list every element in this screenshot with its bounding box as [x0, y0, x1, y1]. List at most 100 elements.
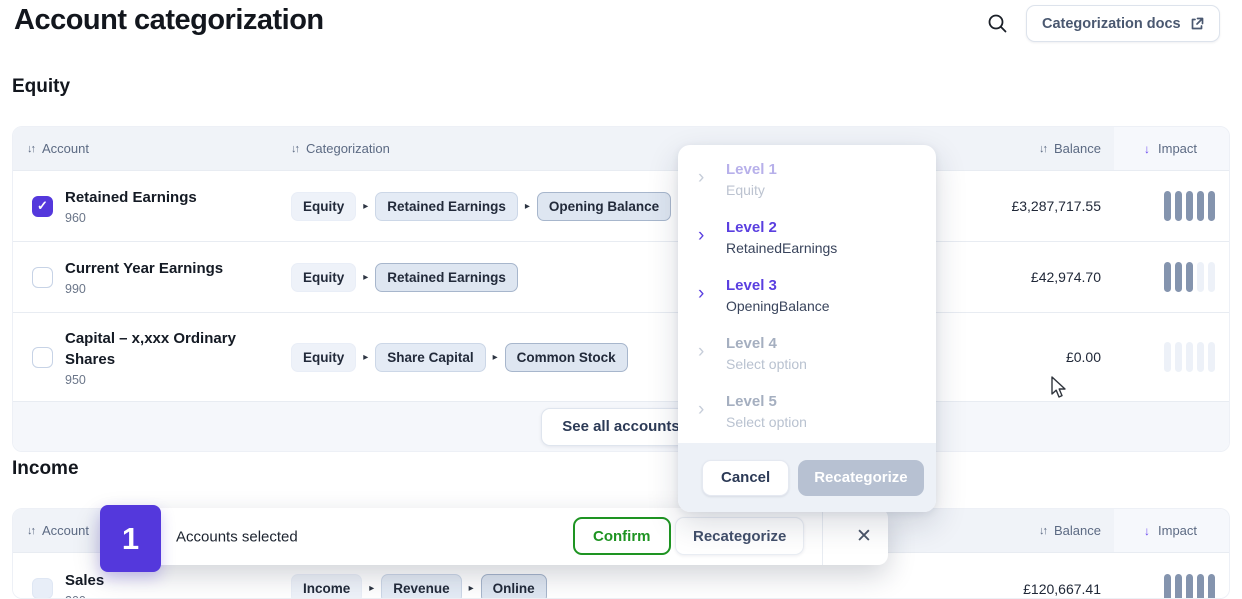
account-name: Current Year Earnings — [65, 258, 270, 279]
equity-table-footer: See all accounts — [13, 401, 1229, 451]
categorization-chip[interactable]: Income — [291, 574, 362, 599]
equity-table: ↓↑ Account ↓↑ Categorization ↓↑ Balance … — [12, 126, 1230, 452]
categorization-chip[interactable]: Common Stock — [505, 343, 628, 372]
level-value: Equity — [726, 182, 777, 198]
sort-icon[interactable]: ↓↑ — [291, 143, 298, 155]
recategorize-button-disabled: Recategorize — [798, 460, 923, 496]
level-4-item: › Level 4 Select option — [698, 335, 936, 379]
column-label-impact: Impact — [1158, 141, 1197, 156]
level-label: Level 4 — [726, 335, 807, 352]
mouse-cursor-icon — [1048, 376, 1070, 400]
column-header-impact[interactable]: ↓ Impact — [1114, 509, 1229, 552]
categorization-chip[interactable]: Online — [481, 574, 547, 599]
chevron-right-icon: › — [698, 168, 716, 205]
search-button[interactable] — [984, 10, 1010, 36]
level-label: Level 3 — [726, 277, 830, 294]
confirm-button[interactable]: Confirm — [573, 517, 671, 555]
column-header-account[interactable]: ↓↑ Account — [13, 127, 291, 170]
sort-icon[interactable]: ↓↑ — [1039, 525, 1046, 537]
level-value: RetainedEarnings — [726, 240, 837, 256]
account-categorization-page: Account categorization Categorization do… — [0, 0, 1242, 599]
level-value: Select option — [726, 414, 807, 430]
impact-bars — [1164, 262, 1229, 292]
equity-section-heading: Equity — [12, 76, 70, 98]
chip-separator-icon: ▸ — [493, 352, 498, 363]
selection-label: Accounts selected — [176, 528, 298, 545]
level-label: Level 5 — [726, 393, 807, 410]
popup-level-list: › Level 1 Equity › Level 2 RetainedEarni… — [678, 145, 936, 451]
equity-table-header: ↓↑ Account ↓↑ Categorization ↓↑ Balance … — [13, 127, 1229, 170]
impact-bars — [1164, 191, 1229, 221]
chip-separator-icon: ▸ — [369, 583, 374, 594]
balance-value: £3,287,717.55 — [929, 198, 1114, 214]
chevron-right-icon: › — [698, 342, 716, 379]
impact-bars — [1164, 342, 1229, 372]
row-checkbox[interactable] — [32, 267, 53, 288]
categorization-docs-button[interactable]: Categorization docs — [1026, 5, 1220, 42]
categorization-chip[interactable]: Equity — [291, 192, 356, 221]
account-code: 200 — [65, 594, 291, 599]
chevron-right-icon: › — [698, 284, 716, 321]
categorization-chip[interactable]: Retained Earnings — [375, 263, 518, 292]
column-label-account: Account — [42, 141, 89, 156]
sort-desc-icon[interactable]: ↓ — [1144, 142, 1150, 156]
categorization-chip[interactable]: Equity — [291, 343, 356, 372]
selection-bar: Accounts selected Confirm Recategorize ✕ — [100, 508, 888, 565]
level-label: Level 1 — [726, 161, 777, 178]
divider — [822, 508, 823, 565]
row-checkbox[interactable]: ✓ — [32, 196, 53, 217]
table-row-retained-earnings[interactable]: ✓ Retained Earnings 960 Equity ▸ Retaine… — [13, 170, 1229, 241]
chip-separator-icon: ▸ — [363, 352, 368, 363]
categorization-chip[interactable]: Equity — [291, 263, 356, 292]
level-label: Level 2 — [726, 219, 837, 236]
level-1-item: › Level 1 Equity — [698, 161, 936, 205]
chip-separator-icon: ▸ — [363, 201, 368, 212]
account-code: 990 — [65, 282, 291, 296]
table-row-capital-ordinary-shares[interactable]: Capital – x,xxx Ordinary Shares 950 Equi… — [13, 312, 1229, 401]
recategorize-popup: › Level 1 Equity › Level 2 RetainedEarni… — [678, 145, 936, 512]
chip-separator-icon: ▸ — [525, 201, 530, 212]
chip-separator-icon: ▸ — [363, 272, 368, 283]
account-code: 950 — [65, 373, 291, 387]
categorization-docs-label: Categorization docs — [1042, 16, 1181, 32]
selected-count-badge: 1 — [100, 505, 161, 572]
balance-value: £42,974.70 — [929, 269, 1114, 285]
row-checkbox[interactable] — [32, 347, 53, 368]
row-checkbox[interactable] — [32, 578, 53, 599]
see-all-accounts-button[interactable]: See all accounts — [541, 408, 701, 446]
categorization-chip[interactable]: Share Capital — [375, 343, 485, 372]
table-row-current-year-earnings[interactable]: Current Year Earnings 990 Equity ▸ Retai… — [13, 241, 1229, 312]
chevron-right-icon: › — [698, 226, 716, 263]
account-name: Capital – x,xxx Ordinary Shares — [65, 328, 270, 370]
page-title: Account categorization — [14, 4, 324, 37]
search-icon — [987, 13, 1008, 34]
sort-icon[interactable]: ↓↑ — [27, 525, 34, 537]
sort-icon[interactable]: ↓↑ — [1039, 143, 1046, 155]
chip-separator-icon: ▸ — [469, 583, 474, 594]
balance-value: £120,667.41 — [929, 581, 1114, 597]
level-3-item[interactable]: › Level 3 OpeningBalance — [698, 277, 936, 321]
level-2-item[interactable]: › Level 2 RetainedEarnings — [698, 219, 936, 263]
close-icon[interactable]: ✕ — [840, 508, 888, 565]
recategorize-button[interactable]: Recategorize — [675, 517, 804, 555]
column-label-balance: Balance — [1054, 141, 1101, 156]
column-header-balance[interactable]: ↓↑ Balance — [929, 509, 1114, 552]
column-label-categorization: Categorization — [306, 141, 390, 156]
account-name: Sales — [65, 570, 270, 591]
column-label-account: Account — [42, 523, 89, 538]
account-name: Retained Earnings — [65, 187, 270, 208]
categorization-chip[interactable]: Opening Balance — [537, 192, 671, 221]
income-section-heading: Income — [12, 458, 79, 480]
column-header-impact[interactable]: ↓ Impact — [1114, 127, 1229, 170]
categorization-chip[interactable]: Retained Earnings — [375, 192, 518, 221]
popup-footer: Cancel Recategorize — [678, 443, 936, 512]
sort-icon[interactable]: ↓↑ — [27, 143, 34, 155]
column-header-balance[interactable]: ↓↑ Balance — [929, 127, 1114, 170]
chevron-right-icon: › — [698, 400, 716, 437]
account-code: 960 — [65, 211, 291, 225]
sort-desc-icon[interactable]: ↓ — [1144, 524, 1150, 538]
level-value: Select option — [726, 356, 807, 372]
column-label-impact: Impact — [1158, 523, 1197, 538]
categorization-chip[interactable]: Revenue — [381, 574, 461, 599]
cancel-button[interactable]: Cancel — [702, 460, 789, 496]
